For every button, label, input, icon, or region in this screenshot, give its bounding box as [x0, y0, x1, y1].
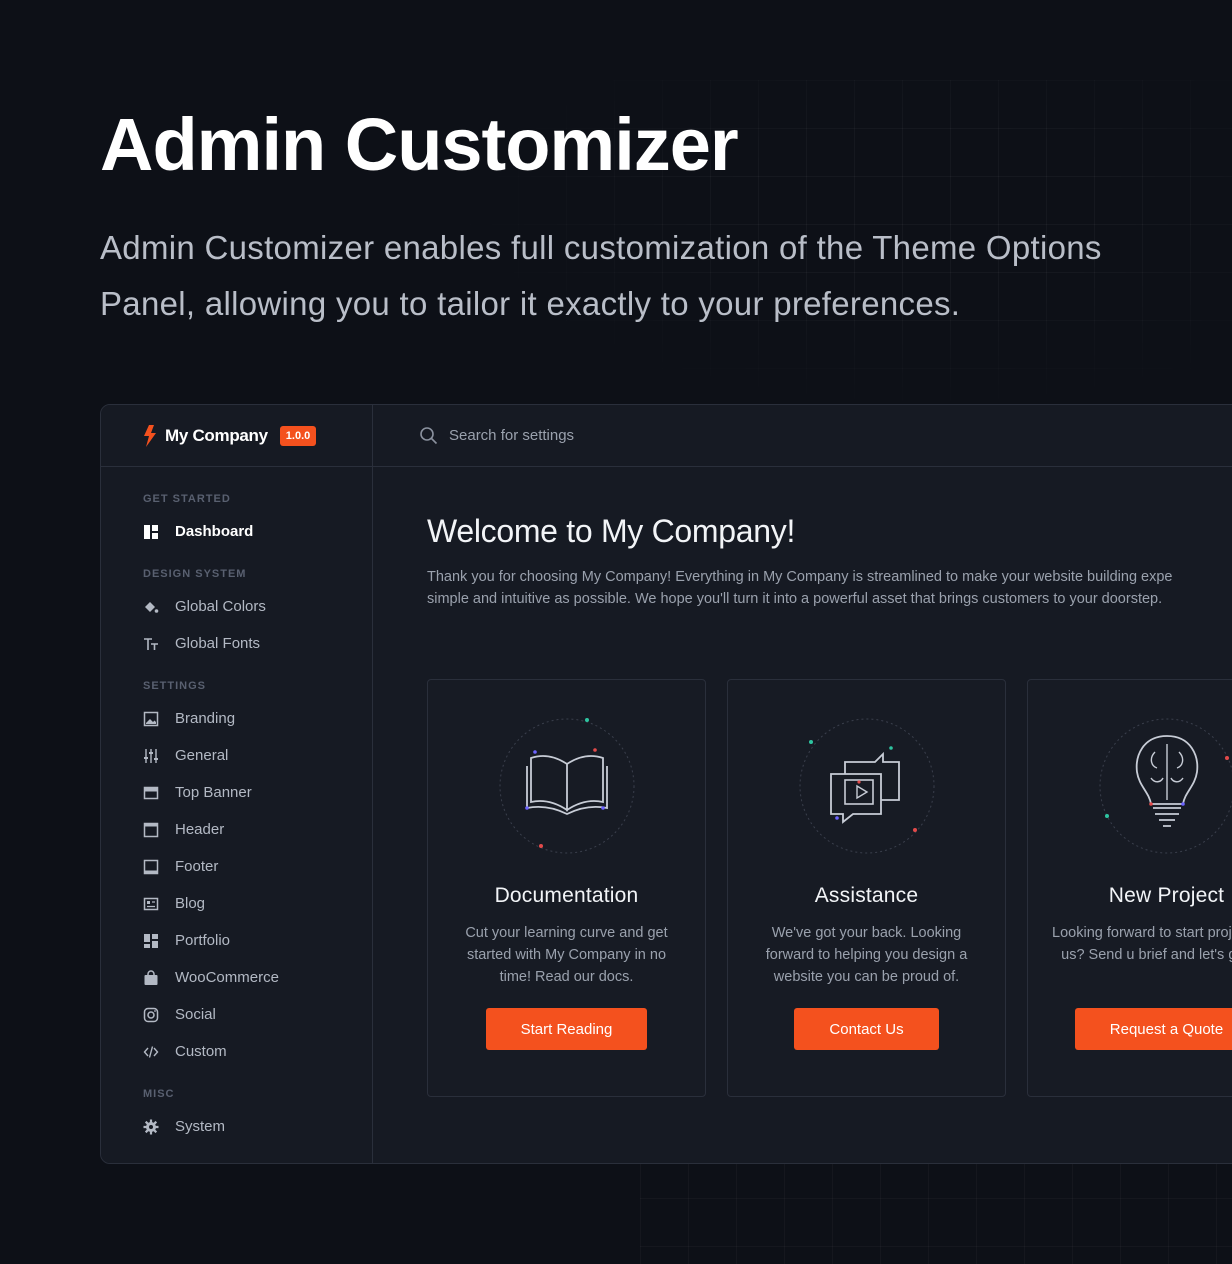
brand[interactable]: My Company 1.0.0	[101, 405, 372, 467]
start-reading-button[interactable]: Start Reading	[485, 1008, 648, 1050]
sidebar-item-label: Custom	[175, 1043, 227, 1060]
sidebar-nav: GET STARTED Dashboard DESIGN SYSTEM Glob…	[101, 467, 372, 1145]
lightbulb-brain-icon	[1097, 716, 1232, 856]
action-cards: Documentation Cut your learning curve an…	[427, 679, 1232, 1097]
nav-section-misc: MISC	[143, 1088, 175, 1100]
card-title: Assistance	[814, 884, 919, 907]
sidebar-item-woocommerce[interactable]: WooCommerce	[101, 959, 372, 996]
nav-section-settings: SETTINGS	[143, 680, 207, 692]
dashboard-icon	[143, 524, 159, 540]
sidebar-item-label: Global Colors	[175, 598, 266, 615]
sidebar-item-label: Branding	[175, 710, 236, 727]
header-icon	[143, 822, 159, 838]
card-new-project: New Project Looking forward to start pro…	[1027, 679, 1232, 1097]
top-search-bar	[373, 405, 1232, 467]
gear-icon	[143, 1119, 159, 1135]
contact-us-button[interactable]: Contact Us	[794, 1008, 939, 1050]
search-icon	[419, 426, 439, 446]
bolt-logo-icon	[141, 424, 159, 448]
hero-description: Admin Customizer enables full customizat…	[100, 229, 1102, 322]
card-description: We've got your back. Looking forward to …	[765, 925, 968, 985]
sidebar-item-dashboard[interactable]: Dashboard	[101, 513, 372, 550]
chat-play-icon	[797, 716, 937, 856]
sidebar-item-top-banner[interactable]: Top Banner	[101, 774, 372, 811]
typography-icon	[143, 636, 159, 652]
sidebar-item-branding[interactable]: Branding	[101, 700, 372, 737]
sidebar-item-portfolio[interactable]: Portfolio	[101, 922, 372, 959]
welcome-text: Thank you for choosing My Company! Every…	[427, 566, 1232, 610]
footer-icon	[143, 859, 159, 875]
sidebar-item-label: Global Fonts	[175, 635, 261, 652]
main-content: Welcome to My Company! Thank you for cho…	[373, 467, 1232, 1163]
shopping-bag-icon	[143, 969, 159, 986]
sidebar-item-label: Blog	[175, 895, 206, 912]
top-banner-icon	[143, 785, 159, 801]
search-input[interactable]	[449, 427, 849, 444]
sidebar-item-footer[interactable]: Footer	[101, 848, 372, 885]
card-description: Looking forward to start project with us…	[1052, 925, 1232, 963]
brand-name: My Company	[165, 425, 268, 445]
card-title: New Project	[1108, 884, 1225, 907]
sidebar-item-header[interactable]: Header	[101, 811, 372, 848]
sidebar-item-global-colors[interactable]: Global Colors	[101, 588, 372, 625]
admin-window: My Company 1.0.0 GET STARTED Dashboard D…	[100, 404, 1232, 1164]
sidebar-item-label: WooCommerce	[175, 969, 279, 986]
sidebar-item-system[interactable]: System	[101, 1108, 372, 1145]
request-a-quote-button[interactable]: Request a Quote	[1074, 1008, 1232, 1050]
sidebar-item-general[interactable]: General	[101, 737, 372, 774]
sidebar-item-label: Portfolio	[175, 932, 231, 949]
sidebar-item-label: Social	[175, 1006, 216, 1023]
code-icon	[143, 1044, 159, 1060]
card-title: Documentation	[494, 884, 639, 907]
book-icon	[497, 716, 637, 856]
sidebar-item-label: General	[175, 747, 229, 764]
sidebar-item-social[interactable]: Social	[101, 996, 372, 1033]
welcome-text-line-2: simple and intuitive as possible. We hop…	[427, 591, 1163, 607]
blog-icon	[143, 896, 159, 912]
welcome-title: Welcome to My Company!	[427, 513, 796, 549]
version-badge: 1.0.0	[279, 425, 317, 446]
sidebar-item-blog[interactable]: Blog	[101, 885, 372, 922]
background-grid-bottom	[640, 1150, 1232, 1264]
sidebar-item-global-fonts[interactable]: Global Fonts	[101, 625, 372, 662]
sidebar-item-label: Dashboard	[175, 523, 254, 540]
nav-section-design-system: DESIGN SYSTEM	[143, 568, 247, 580]
welcome-text-line-1: Thank you for choosing My Company! Every…	[427, 569, 1173, 585]
hero-title: Admin Customizer	[100, 103, 739, 186]
sidebar-item-custom[interactable]: Custom	[101, 1033, 372, 1070]
sidebar-item-label: System	[175, 1118, 226, 1135]
instagram-icon	[143, 1007, 159, 1023]
sidebar-item-label: Footer	[175, 858, 219, 875]
card-description: Cut your learning curve and get started …	[465, 925, 668, 985]
sliders-icon	[143, 748, 159, 764]
portfolio-icon	[143, 933, 159, 949]
card-documentation: Documentation Cut your learning curve an…	[427, 679, 706, 1097]
sidebar-item-label: Header	[175, 821, 225, 838]
paint-bucket-icon	[143, 599, 159, 615]
nav-section-get-started: GET STARTED	[143, 493, 231, 505]
card-assistance: Assistance We've got your back. Looking …	[727, 679, 1006, 1097]
sidebar-item-label: Top Banner	[175, 784, 252, 801]
image-icon	[143, 711, 159, 727]
sidebar: My Company 1.0.0 GET STARTED Dashboard D…	[101, 405, 373, 1163]
